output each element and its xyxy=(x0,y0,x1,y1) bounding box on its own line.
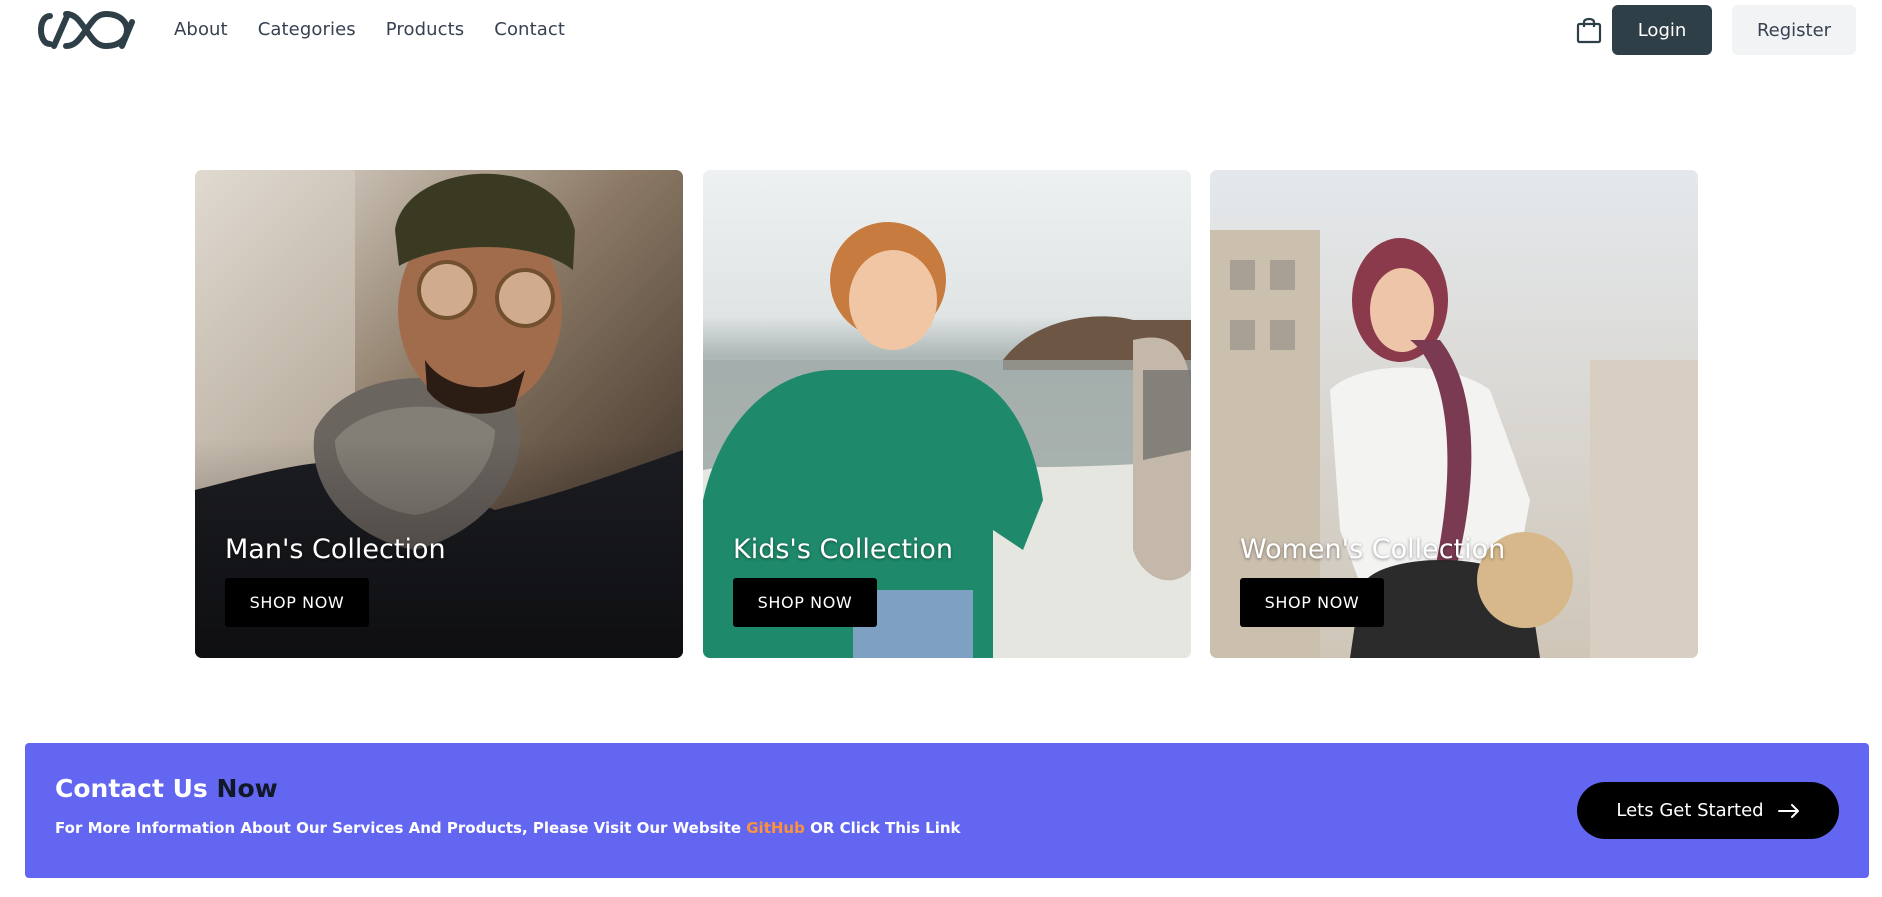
nav-categories[interactable]: Categories xyxy=(258,19,356,40)
site-header: About Categories Products Contact Login … xyxy=(0,0,1882,62)
main-nav: About Categories Products Contact xyxy=(174,19,565,40)
card-title: Kids's Collection xyxy=(733,534,954,565)
contact-banner: Contact Us Now For More Information Abou… xyxy=(25,743,1869,878)
collection-card-kids[interactable]: Kids's Collection SHOP NOW xyxy=(703,170,1191,658)
github-link[interactable]: GitHub xyxy=(746,819,805,837)
card-title: Women's Collection xyxy=(1240,534,1506,565)
shop-now-button[interactable]: SHOP NOW xyxy=(733,578,877,627)
nav-products[interactable]: Products xyxy=(386,19,465,40)
contact-title-accent: Now xyxy=(216,774,278,803)
shop-now-button[interactable]: SHOP NOW xyxy=(1240,578,1384,627)
cta-label: Lets Get Started xyxy=(1616,800,1764,821)
contact-subtitle-text: For More Information About Our Services … xyxy=(55,819,741,837)
nav-contact[interactable]: Contact xyxy=(494,19,565,40)
shop-now-button[interactable]: SHOP NOW xyxy=(225,578,369,627)
login-button[interactable]: Login xyxy=(1612,5,1712,55)
contact-subtitle: For More Information About Our Services … xyxy=(55,819,961,837)
nav-about[interactable]: About xyxy=(174,19,228,40)
shopping-bag-icon[interactable] xyxy=(1576,16,1602,44)
contact-subtitle-tail: OR Click This Link xyxy=(810,819,961,837)
collection-card-women[interactable]: Women's Collection SHOP NOW xyxy=(1210,170,1698,658)
arrow-right-icon xyxy=(1777,803,1799,818)
lets-get-started-button[interactable]: Lets Get Started xyxy=(1577,782,1839,839)
contact-title-main: Contact Us xyxy=(55,774,208,803)
contact-title: Contact Us Now xyxy=(55,774,278,803)
register-button[interactable]: Register xyxy=(1732,5,1856,55)
collection-card-men[interactable]: Man's Collection SHOP NOW xyxy=(195,170,683,658)
chain-link-logo[interactable] xyxy=(36,8,136,52)
card-title: Man's Collection xyxy=(225,534,446,565)
